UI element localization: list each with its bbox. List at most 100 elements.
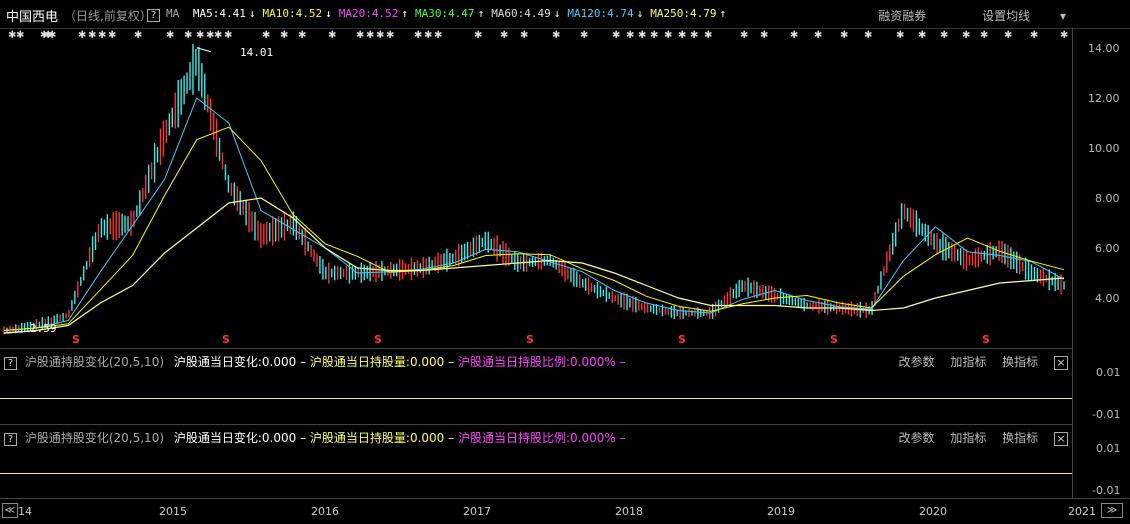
separator: – [448, 355, 455, 369]
event-star-icon: ✱ [108, 30, 117, 40]
event-star-icon: ✱ [280, 30, 289, 40]
indicator-panel-2: ? 沪股通持股变化(20,5,10) 沪股通当日变化:0.000 – 沪股通当日… [0, 424, 1072, 499]
year-tick: 2019 [767, 505, 795, 518]
event-star-icon: ✱ [864, 30, 873, 40]
year-tick: 2021 [1068, 505, 1096, 518]
event-star-icon: ✱ [690, 30, 699, 40]
event-star-icon: ✱ [224, 30, 233, 40]
dividend-marker-icon[interactable]: S [222, 333, 230, 346]
event-star-icon: ✱ [386, 30, 395, 40]
event-star-icon: ✱ [214, 30, 223, 40]
event-star-icon: ✱ [88, 30, 97, 40]
add-indicator-button[interactable]: 加指标 [950, 431, 986, 445]
event-star-icon: ✱ [940, 30, 949, 40]
up-arrow-icon: ↑ [477, 7, 485, 20]
holding-volume-value: 沪股通当日持股量:0.000 [309, 355, 445, 369]
year-tick: 2020 [919, 505, 947, 518]
set-ma-button[interactable]: 设置均线 ▾ [956, 9, 1066, 23]
ma-value-0: MA5:4.41 [192, 7, 246, 20]
holding-ratio-value: 沪股通当日持股比例:0.000% [457, 431, 616, 445]
ma-value-4: MA60:4.49 [491, 7, 551, 20]
event-star-icon: ✱ [500, 30, 509, 40]
year-tick: 2018 [615, 505, 643, 518]
separator: – [619, 431, 626, 445]
price-tick: 10.00 [1088, 142, 1120, 155]
indicator-name[interactable]: 沪股通持股变化 [25, 431, 109, 445]
set-ma-label: 设置均线 [982, 9, 1031, 23]
year-tick: 2017 [463, 505, 491, 518]
event-star-icon: ✱ [840, 30, 849, 40]
year-tick: 2015 [159, 505, 187, 518]
event-star-icon: ✱ [134, 30, 143, 40]
edit-params-button[interactable]: 改参数 [898, 355, 934, 369]
event-star-icon: ✱ [814, 30, 823, 40]
dividend-marker-icon[interactable]: S [982, 333, 990, 346]
indicator-name[interactable]: 沪股通持股变化 [25, 355, 109, 369]
edit-params-button[interactable]: 改参数 [898, 431, 934, 445]
period-label[interactable]: （日线,前复权） [64, 7, 152, 24]
header-buttons: 融资融券 设置均线 ▾ [852, 7, 1066, 24]
close-icon[interactable]: × [1054, 432, 1068, 446]
panel-buttons: 改参数 加指标 换指标 × [886, 353, 1068, 370]
event-star-icon: ✱ [474, 30, 483, 40]
daily-change-value: 沪股通当日变化:0.000 [173, 431, 297, 445]
indicator-line [0, 398, 1072, 399]
daily-change-value: 沪股通当日变化:0.000 [173, 355, 297, 369]
event-star-icon: ✱ [298, 30, 307, 40]
price-tick: 6.00 [1095, 242, 1120, 255]
year-tick: 14 [18, 505, 32, 518]
holding-ratio-value: 沪股通当日持股比例:0.000% [457, 355, 616, 369]
event-star-icon: ✱ [520, 30, 529, 40]
ma-value-5: MA120:4.74 [567, 7, 634, 20]
candles [3, 43, 1065, 335]
event-markers-row: ✱ ✱ ✱ ✱ ✱ ✱ ✱ ✱ ✱ ✱ ✱ ✱ ✱ ✱ ✱ ✱ ✱ ✱ ✱ ✱ ✱ ✱ ✱ ✱ ✱ ✱ ✱ ✱ ✱ ✱ ✱ ✱ ✱ ✱ ✱ ✱ ✱ ✱ ✱ ✱… [0, 28, 1072, 40]
event-star-icon: ✱ [48, 30, 57, 40]
event-star-icon: ✱ [896, 30, 905, 40]
price-tick: 4.00 [1095, 292, 1120, 305]
up-arrow-icon: ↑ [401, 7, 408, 20]
separator: – [619, 355, 626, 369]
event-star-icon: ✱ [704, 30, 713, 40]
dividend-marker-icon[interactable]: S [526, 333, 534, 346]
help-icon[interactable]: ? [4, 433, 17, 446]
separator: – [300, 355, 307, 369]
event-star-icon: ✱ [678, 30, 687, 40]
low-price-label: 2.59 [30, 322, 57, 335]
event-star-icon: ✱ [98, 30, 107, 40]
event-star-icon: ✱ [980, 30, 989, 40]
year-tick: 2016 [311, 505, 339, 518]
margin-trading-button[interactable]: 融资融券 [878, 9, 926, 23]
event-star-icon: ✱ [356, 30, 365, 40]
event-star-icon: ✱ [1030, 30, 1039, 40]
event-star-icon: ✱ [328, 30, 337, 40]
help-icon[interactable]: ? [147, 7, 160, 22]
add-indicator-button[interactable]: 加指标 [950, 355, 986, 369]
switch-indicator-button[interactable]: 换指标 [1002, 431, 1038, 445]
price-tick: 14.00 [1088, 42, 1120, 55]
help-icon[interactable]: ? [4, 357, 17, 370]
scroll-left-button[interactable]: ≪ [2, 503, 18, 518]
dividend-marker-icon[interactable]: S [678, 333, 686, 346]
stock-name[interactable]: 中国西电 [6, 6, 58, 25]
event-star-icon: ✱ [78, 30, 87, 40]
event-star-icon: ✱ [664, 30, 673, 40]
event-star-icon: ✱ [962, 30, 971, 40]
switch-indicator-button[interactable]: 换指标 [1002, 355, 1038, 369]
dividend-marker-icon[interactable]: S [830, 333, 838, 346]
panel2-axis-bottom: -0.01 [1092, 484, 1121, 497]
ma-label[interactable]: MA [166, 7, 179, 20]
panel-header: ? 沪股通持股变化(20,5,10) 沪股通当日变化:0.000 – 沪股通当日… [4, 353, 626, 370]
indicator-line [0, 473, 1072, 474]
event-star-icon: ✱ [918, 30, 927, 40]
dividend-marker-icon[interactable]: S [374, 333, 382, 346]
candlestick-chart[interactable] [0, 40, 1072, 348]
scroll-right-button[interactable]: ≫ [1101, 503, 1123, 518]
ma10-line [3, 126, 1065, 331]
dividend-marker-icon[interactable]: S [72, 333, 80, 346]
ma-value-1: MA10:4.52 [262, 7, 323, 20]
panel2-axis-top: 0.01 [1096, 442, 1121, 455]
close-icon[interactable]: × [1054, 356, 1068, 370]
down-arrow-icon: ↓ [248, 7, 256, 20]
indicator-params: (20,5,10) [108, 355, 165, 369]
ma-value-3: MA30:4.47 [414, 7, 475, 20]
